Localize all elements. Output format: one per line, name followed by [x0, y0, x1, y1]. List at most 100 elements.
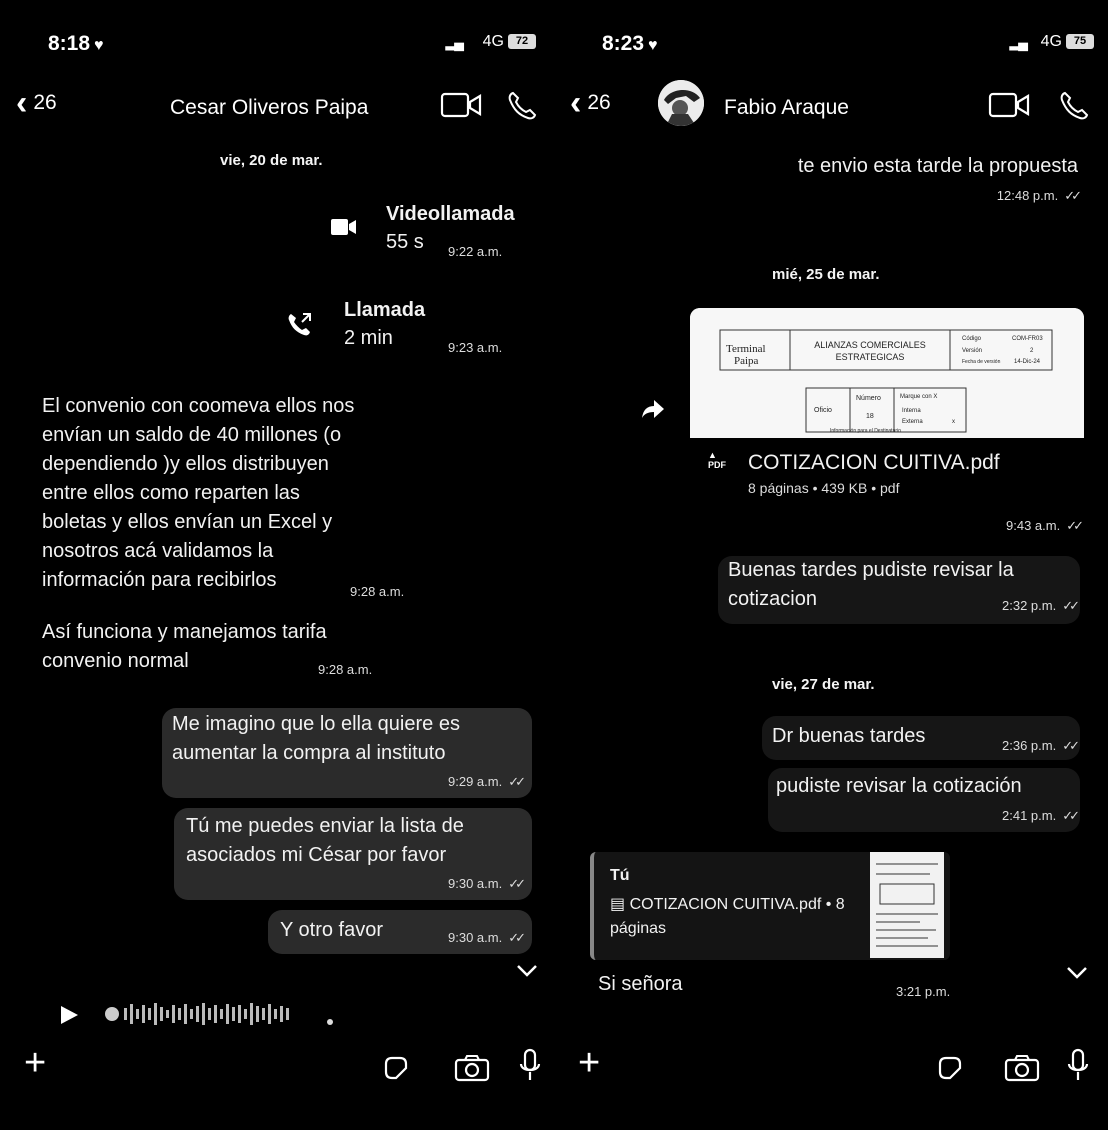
- message-time: 2:32 p.m. ✓✓: [1002, 598, 1080, 613]
- outgoing-message[interactable]: te envio esta tarde la propuesta 12:48 p…: [726, 152, 1082, 216]
- message-text: pudiste revisar la cotización: [776, 775, 1022, 797]
- reply-text: Si señora: [598, 973, 683, 995]
- message-time: 3:21 p.m.: [896, 984, 951, 999]
- status-time: 8:18 ♥: [48, 32, 104, 55]
- chevron-left-icon: ‹: [570, 84, 582, 122]
- signal-icon: ▂▄: [1009, 34, 1028, 50]
- call-title: Llamada: [344, 299, 426, 321]
- contact-name[interactable]: Cesar Oliveros Paipa: [170, 96, 368, 120]
- read-checks-icon: ✓✓: [1062, 598, 1080, 613]
- outgoing-message[interactable]: Dr buenas tardes 2:36 p.m. ✓✓: [762, 716, 1080, 760]
- preview-fecha-label: Fecha de versión: [962, 359, 1001, 365]
- video-call-icon[interactable]: [440, 90, 482, 120]
- forward-icon[interactable]: [640, 398, 666, 420]
- status-time: 8:23 ♥: [602, 32, 658, 55]
- message-time: 9:30 a.m. ✓✓: [448, 876, 526, 891]
- unread-count: 26: [587, 91, 611, 114]
- back-button[interactable]: ‹ 26: [570, 86, 611, 120]
- preview-interna: Interna: [902, 408, 921, 414]
- message-line: cotizacion: [728, 588, 817, 610]
- preview-externa-mark: x: [952, 419, 955, 425]
- pdf-file-icon: ▲ PDF: [708, 450, 726, 470]
- preview-heading-1: ALIANZAS COMERCIALES: [814, 340, 926, 350]
- phone-icon[interactable]: [506, 90, 538, 122]
- chat-header: ‹ 26 Cesar Oliveros Paipa: [2, 80, 554, 140]
- incoming-message[interactable]: El convenio con coomeva ellos nos envían…: [42, 392, 462, 602]
- outgoing-message[interactable]: pudiste revisar la cotización 2:41 p.m. ✓…: [768, 768, 1080, 832]
- document-filename: COTIZACION CUITIVA.pdf: [748, 451, 1000, 474]
- message-time: 2:41 p.m. ✓✓: [1002, 808, 1080, 823]
- preview-logo-top: Terminal: [726, 343, 766, 355]
- microphone-icon[interactable]: [1066, 1048, 1090, 1084]
- preview-numero: Número: [856, 395, 881, 402]
- status-bar: 8:23 ♥ ▂▄ 4G 75: [556, 8, 1108, 72]
- outgoing-call-icon: [288, 313, 311, 336]
- document-preview[interactable]: Terminal Paipa ALIANZAS COMERCIALES ESTR…: [690, 308, 1084, 438]
- sticker-icon[interactable]: [936, 1054, 964, 1082]
- unread-count: 26: [33, 91, 57, 114]
- read-checks-icon: ✓✓: [1062, 738, 1080, 753]
- incoming-message[interactable]: Así funciona y manejamos tarifa convenio…: [42, 618, 422, 682]
- preview-logo-bottom: Paipa: [734, 355, 759, 367]
- read-checks-icon: ✓✓: [1064, 188, 1082, 203]
- outgoing-message[interactable]: Buenas tardes pudiste revisar la cotizac…: [718, 556, 1080, 624]
- plus-icon[interactable]: +: [578, 1042, 600, 1085]
- preview-codigo-label: Código: [962, 336, 982, 342]
- message-line: envían un saldo de 40 millones (o: [42, 424, 342, 446]
- preview-oficio: Oficio: [814, 407, 832, 414]
- document-info[interactable]: ▲ PDF COTIZACION CUITIVA.pdf 8 páginas • …: [702, 444, 1084, 544]
- outgoing-message[interactable]: Me imagino que lo ella quiere es aumenta…: [162, 708, 532, 798]
- plus-icon[interactable]: +: [24, 1042, 46, 1085]
- camera-icon[interactable]: [454, 1054, 490, 1082]
- phone-icon[interactable]: [1058, 90, 1090, 122]
- message-line: El convenio con coomeva ellos nos: [42, 395, 355, 417]
- preview-numero-value: 18: [866, 413, 874, 420]
- message-text: te envio esta tarde la propuesta: [797, 155, 1078, 177]
- date-separator: vie, 20 de mar.: [220, 152, 323, 169]
- call-time: 9:23 a.m.: [448, 340, 503, 355]
- voice-call-entry[interactable]: Llamada 2 min 9:23 a.m.: [2, 294, 554, 364]
- read-checks-icon: ✓✓: [508, 774, 526, 789]
- message-line: dependiendo )y ellos distribuyen: [42, 453, 329, 475]
- date-separator: mié, 25 de mar.: [772, 266, 880, 283]
- outgoing-message[interactable]: Y otro favor 9:30 a.m. ✓✓: [268, 910, 532, 954]
- reply-message[interactable]: Tú ▤ COTIZACION CUITIVA.pdf • 8 páginas …: [590, 852, 990, 999]
- quoted-message[interactable]: Tú ▤ COTIZACION CUITIVA.pdf • 8 páginas: [590, 852, 950, 960]
- message-time: 9:43 a.m. ✓✓: [1006, 518, 1084, 533]
- outgoing-message[interactable]: Tú me puedes enviar la lista de asociado…: [174, 808, 532, 900]
- microphone-icon[interactable]: [518, 1048, 542, 1084]
- message-line: entre ellos como reparten las: [42, 482, 300, 504]
- avatar[interactable]: [658, 80, 704, 126]
- preview-info: Información para el Destinatario: [830, 428, 901, 434]
- message-time: 12:48 p.m. ✓✓: [996, 188, 1082, 203]
- contact-name[interactable]: Fabio Araque: [724, 96, 849, 120]
- scroll-down-button[interactable]: [1066, 966, 1088, 980]
- message-line: información para recibirlos: [42, 569, 277, 591]
- read-checks-icon: ✓✓: [1062, 808, 1080, 823]
- call-title: Videollamada: [386, 203, 515, 225]
- document-icon: ▤: [610, 896, 630, 913]
- camera-icon[interactable]: [1004, 1054, 1040, 1082]
- message-line: Tú me puedes enviar la lista de: [186, 815, 464, 837]
- message-time: 9:29 a.m. ✓✓: [448, 774, 526, 789]
- quoted-text: ▤ COTIZACION CUITIVA.pdf • 8: [610, 896, 845, 913]
- sticker-icon[interactable]: [382, 1054, 410, 1082]
- signal-icon: ▂▄: [445, 34, 464, 50]
- video-call-icon[interactable]: [988, 90, 1030, 120]
- back-button[interactable]: ‹ 26: [16, 86, 57, 120]
- network-type: 4G: [1040, 33, 1062, 50]
- video-call-entry[interactable]: Videollamada 55 s 9:22 a.m.: [2, 198, 554, 268]
- network-type: 4G: [482, 33, 504, 50]
- message-time: 9:30 a.m. ✓✓: [448, 930, 526, 945]
- video-camera-icon: [331, 219, 356, 235]
- battery-icon: 75: [1066, 34, 1094, 49]
- message-text: Y otro favor: [280, 919, 384, 941]
- preview-version-label: Versión: [962, 348, 982, 354]
- scroll-down-button[interactable]: [516, 964, 538, 978]
- chevron-left-icon: ‹: [16, 84, 28, 122]
- heart-icon: ♥: [648, 37, 658, 54]
- avatar-image: [658, 80, 704, 126]
- preview-fecha-value: 14-Dic-24: [1014, 359, 1041, 365]
- message-line: asociados mi César por favor: [186, 844, 447, 866]
- preview-codigo-value: COM-FR03: [1012, 336, 1043, 342]
